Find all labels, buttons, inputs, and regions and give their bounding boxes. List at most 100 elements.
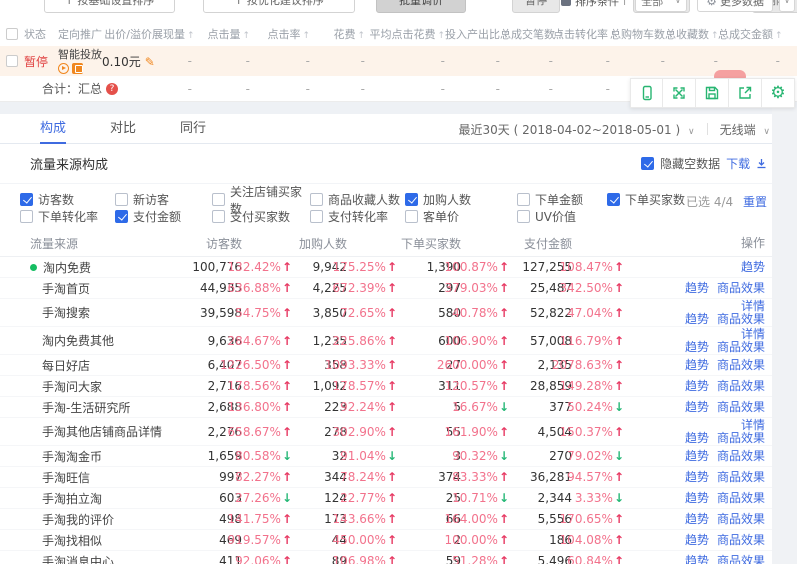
detail-link[interactable]: 详情 [741, 419, 765, 432]
filter-checkbox[interactable] [115, 193, 128, 206]
sort-arrow-icon[interactable]: ↑ [775, 31, 783, 41]
metric-change: 658.67%↑ [242, 425, 292, 439]
export-button[interactable] [729, 78, 762, 108]
metric-value: 270 [509, 449, 572, 463]
sort-label: 排序条件 [575, 0, 619, 9]
hide-empty-checkbox[interactable] [641, 157, 654, 170]
trend-link[interactable]: 趋势 [685, 401, 709, 414]
product-effect-link[interactable]: 商品效果 [717, 450, 765, 463]
action-line: 趋势商品效果 [685, 513, 765, 526]
toolbar-button[interactable]: ↑ 按基础设置排序 [44, 0, 175, 13]
play-icon[interactable] [58, 63, 69, 74]
product-effect-link[interactable]: 商品效果 [717, 492, 765, 505]
sort-arrow-icon[interactable]: ↑ [302, 31, 310, 41]
product-effect-link[interactable]: 商品效果 [717, 401, 765, 414]
sort-arrow-icon[interactable]: ↑ [242, 31, 250, 41]
date-range-select[interactable]: 最近30天 ( 2018-04-02~2018-05-01 ) ∨ [459, 121, 695, 138]
arrow-down-icon: ↓ [499, 491, 509, 505]
filter-checkbox[interactable] [405, 193, 418, 206]
detail-link[interactable]: 详情 [741, 328, 765, 341]
trend-link[interactable]: 趋势 [741, 261, 765, 274]
source-label: 手淘我的评价 [42, 511, 114, 528]
action-line: 详情 [741, 419, 765, 432]
list-icon [561, 0, 571, 6]
trend-link[interactable]: 趋势 [685, 313, 709, 326]
level-dot-icon [30, 264, 37, 271]
row-checkbox[interactable] [6, 55, 18, 67]
sort-arrow-icon[interactable]: ↑ [357, 31, 365, 41]
sort-arrow-icon[interactable]: ↑ [437, 31, 445, 41]
filter-checkbox[interactable] [20, 210, 33, 223]
filter-checkbox[interactable] [212, 210, 225, 223]
product-effect-link[interactable]: 商品效果 [717, 555, 765, 564]
toolbar-button[interactable]: 批量调价 [376, 0, 466, 13]
filter-checkbox[interactable] [517, 193, 530, 206]
creative-icon[interactable] [72, 63, 83, 74]
reset-link[interactable]: 重置 [743, 195, 767, 209]
source-label: 淘内免费其他 [42, 332, 114, 349]
trend-link[interactable]: 趋势 [685, 513, 709, 526]
product-effect-link[interactable]: 商品效果 [717, 359, 765, 372]
help-icon[interactable]: ? [106, 83, 118, 95]
detail-link[interactable]: 详情 [741, 300, 765, 313]
tabs-right: 最近30天 ( 2018-04-02~2018-05-01 ) ∨ 无线端 ∨ [459, 114, 770, 144]
action-line: 趋势商品效果 [685, 341, 765, 354]
toolbar-button[interactable]: 暂停 [512, 0, 560, 13]
terminal-select[interactable]: 无线端 ∨ [720, 121, 770, 138]
filter-checkbox[interactable] [405, 210, 418, 223]
collapse-button[interactable]: ∨ [779, 0, 795, 12]
arrow-down-icon: ↓ [387, 449, 397, 463]
trend-link[interactable]: 趋势 [685, 341, 709, 354]
trend-link[interactable]: 趋势 [685, 432, 709, 445]
settings-button[interactable]: ⚙ [762, 78, 795, 108]
trend-link[interactable]: 趋势 [685, 492, 709, 505]
trend-link[interactable]: 趋势 [685, 471, 709, 484]
column-label: 投入产出比 [445, 28, 500, 41]
total-text: 合计：汇总 [42, 80, 102, 97]
metric-empty: - [500, 54, 553, 68]
tab-item[interactable]: 同行 [180, 114, 206, 144]
product-effect-link[interactable]: 商品效果 [717, 341, 765, 354]
action-line: 趋势商品效果 [685, 313, 765, 326]
product-effect-link[interactable]: 商品效果 [717, 313, 765, 326]
product-effect-link[interactable]: 商品效果 [717, 282, 765, 295]
product-effect-link[interactable]: 商品效果 [717, 534, 765, 547]
trend-link[interactable]: 趋势 [685, 534, 709, 547]
sort-filter-select[interactable]: 全部 ∨ [635, 0, 687, 12]
arrow-down-icon: ↓ [499, 449, 509, 463]
filter-label: 新访客 [133, 191, 169, 208]
source-label: 手淘首页 [42, 280, 90, 297]
product-effect-link[interactable]: 商品效果 [717, 471, 765, 484]
filter-checkbox[interactable] [517, 210, 530, 223]
metric-change-value: 1226.50%↑ [220, 358, 292, 372]
filter-checkbox[interactable] [20, 193, 33, 206]
download-link[interactable]: 下载 [726, 155, 767, 172]
metric-value: 32 [292, 449, 347, 463]
trend-link[interactable]: 趋势 [685, 380, 709, 393]
traffic-source-name: 每日好店 [0, 357, 165, 374]
filter-checkbox[interactable] [115, 210, 128, 223]
fullscreen-button[interactable] [663, 78, 696, 108]
trend-link[interactable]: 趋势 [685, 450, 709, 463]
product-effect-link[interactable]: 商品效果 [717, 380, 765, 393]
traffic-source-name: 淘内免费 [0, 259, 165, 276]
tab-active[interactable]: 构成 [40, 114, 66, 144]
filter-checkbox[interactable] [607, 193, 620, 206]
toolbar-button[interactable]: ↑ 按优化建议排序 [203, 0, 355, 13]
select-all-checkbox[interactable] [6, 28, 18, 40]
mobile-preview-button[interactable] [630, 78, 663, 108]
tab-item[interactable]: 对比 [110, 114, 136, 144]
trend-link[interactable]: 趋势 [685, 555, 709, 564]
promotion-icons [58, 63, 102, 74]
trend-link[interactable]: 趋势 [685, 359, 709, 372]
filter-checkbox[interactable] [310, 193, 323, 206]
product-effect-link[interactable]: 商品效果 [717, 513, 765, 526]
page-title: 流量来源构成 [30, 154, 108, 173]
trend-link[interactable]: 趋势 [685, 282, 709, 295]
save-button[interactable] [696, 78, 729, 108]
metric-change: 116.79%↑ [572, 334, 624, 348]
filter-checkbox[interactable] [212, 193, 225, 206]
product-effect-link[interactable]: 商品效果 [717, 432, 765, 445]
more-data-button[interactable]: ⚙ 更多数据 [697, 0, 773, 12]
filter-checkbox[interactable] [310, 210, 323, 223]
